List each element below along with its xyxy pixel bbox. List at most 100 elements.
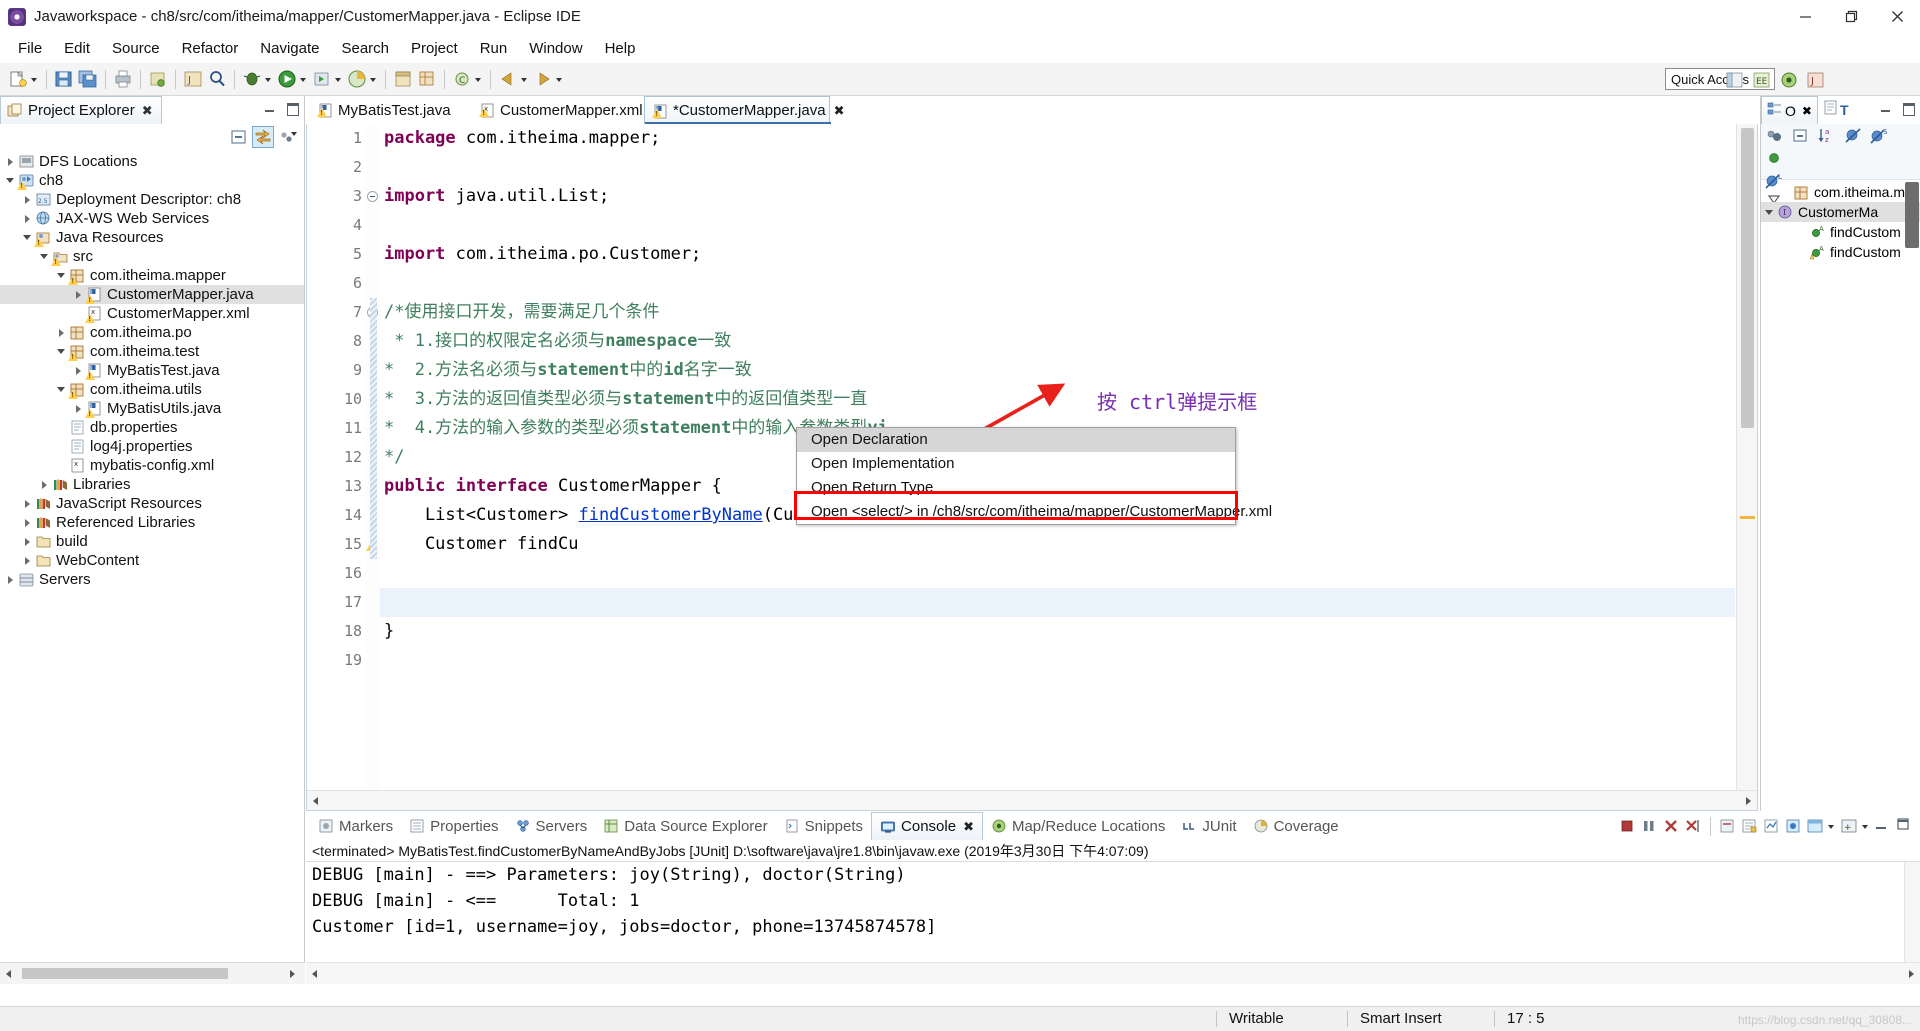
code-line[interactable]	[380, 559, 1735, 588]
maximize-view-icon[interactable]	[1902, 102, 1915, 116]
forward-dropdown-icon[interactable]	[555, 68, 564, 90]
back-dropdown-icon[interactable]	[520, 68, 529, 90]
java-editor[interactable]: 12345678910111213141516171819 package co…	[306, 124, 1758, 811]
back-icon[interactable]	[497, 68, 519, 90]
run-external-icon[interactable]	[311, 68, 333, 90]
display-selected-console-icon[interactable]	[1805, 816, 1826, 837]
console-output[interactable]: DEBUG [main] - ==> Parameters: joy(Strin…	[306, 862, 1904, 962]
debug-icon[interactable]	[241, 68, 263, 90]
chevron-down-icon[interactable]	[38, 247, 52, 266]
close-button[interactable]	[1874, 0, 1920, 33]
tree-item-deployment-descriptor-ch8[interactable]: 2.5 Deployment Descriptor: ch8	[0, 190, 304, 209]
hide-static-icon[interactable]: S	[1870, 127, 1892, 147]
chevron-right-icon[interactable]	[21, 209, 35, 228]
new-class-dropdown-icon[interactable]	[474, 68, 483, 90]
tree-item-com-itheima-test[interactable]: com.itheima.test	[0, 342, 304, 361]
editor-folding-column[interactable]	[366, 124, 380, 790]
clear-console-icon[interactable]	[1717, 816, 1738, 837]
new-java-project-icon[interactable]	[392, 68, 414, 90]
console-tab-servers[interactable]: Servers	[507, 812, 596, 840]
chevron-right-icon[interactable]	[21, 532, 35, 551]
show-console-on-output-icon[interactable]	[1761, 816, 1782, 837]
hide-fields-icon[interactable]	[1844, 127, 1866, 147]
close-icon[interactable]: ✖	[834, 103, 845, 119]
minimize-view-icon[interactable]	[1880, 102, 1892, 114]
menu-source[interactable]: Source	[101, 37, 171, 60]
context-menu-item-2[interactable]: Open Return Type	[797, 476, 1235, 500]
tree-item-customermapper-xml[interactable]: xCustomerMapper.xml	[0, 304, 304, 323]
console-tab-map-reduce-locations[interactable]: Map/Reduce Locations	[983, 812, 1173, 840]
maximize-button[interactable]	[1828, 0, 1874, 33]
code-line[interactable]	[380, 588, 1735, 617]
open-type-icon[interactable]: J	[182, 68, 204, 90]
tree-item-java-resources[interactable]: Java Resources	[0, 228, 304, 247]
code-line[interactable]: import java.util.List;	[380, 182, 1735, 211]
collapse-all-icon[interactable]	[1791, 127, 1813, 147]
console-dropdown-icon[interactable]	[1827, 815, 1836, 837]
chevron-right-icon[interactable]	[38, 475, 52, 494]
tree-item-servers[interactable]: Servers	[0, 570, 304, 589]
chevron-right-icon[interactable]	[72, 285, 86, 304]
new-icon[interactable]	[7, 68, 29, 90]
sort-icon[interactable]: az	[1817, 127, 1839, 147]
tree-item-javascript-resources[interactable]: JavaScript Resources	[0, 494, 304, 513]
tree-item-webcontent[interactable]: WebContent	[0, 551, 304, 570]
tree-item-customermapper-java[interactable]: JCustomerMapper.java	[0, 285, 304, 304]
tab-outline[interactable]: O ✖	[1761, 96, 1818, 124]
debug-dropdown-icon[interactable]	[264, 68, 273, 90]
tree-item-mybatisutils-java[interactable]: JMyBatisUtils.java	[0, 399, 304, 418]
menu-file[interactable]: File	[7, 37, 53, 60]
tree-item-mybatistest-java[interactable]: JMyBatisTest.java	[0, 361, 304, 380]
tab-project-explorer[interactable]: Project Explorer ✖	[0, 96, 162, 124]
console-tab-markers[interactable]: Markers	[310, 812, 401, 840]
scroll-left-icon[interactable]	[306, 964, 323, 984]
outline-vscroll-thumb[interactable]	[1905, 182, 1919, 248]
chevron-right-icon[interactable]	[21, 551, 35, 570]
code-line[interactable]	[380, 211, 1735, 240]
console-tab-data-source-explorer[interactable]: Data Source Explorer	[595, 812, 775, 840]
maximize-view-icon[interactable]	[1895, 816, 1916, 837]
editor-vscrollbar[interactable]	[1736, 124, 1757, 790]
context-menu-item-0[interactable]: Open Declaration	[797, 428, 1235, 452]
maximize-view-icon[interactable]	[286, 102, 299, 116]
outline-item-3[interactable]: AfindCustom	[1761, 242, 1920, 262]
new-package-icon[interactable]	[416, 68, 438, 90]
forward-icon[interactable]	[532, 68, 554, 90]
tree-item-ch8[interactable]: ch8	[0, 171, 304, 190]
save-all-icon[interactable]	[77, 68, 99, 90]
console-hscrollbar[interactable]	[306, 962, 1920, 984]
chevron-down-icon[interactable]	[21, 228, 35, 247]
chevron-down-icon[interactable]	[1763, 203, 1777, 222]
chevron-right-icon[interactable]	[4, 570, 18, 589]
run-icon[interactable]	[276, 68, 298, 90]
code-line[interactable]: }	[380, 617, 1735, 646]
code-line[interactable]	[380, 646, 1735, 675]
public-member-icon[interactable]	[1765, 149, 1787, 169]
tree-item-com-itheima-mapper[interactable]: com.itheima.mapper	[0, 266, 304, 285]
outline-tree[interactable]: com.itheima.m I CustomerMa AfindCustom Afind…	[1761, 182, 1920, 811]
menu-window[interactable]: Window	[518, 37, 593, 60]
tree-item-log4j-properties[interactable]: log4j.properties	[0, 437, 304, 456]
outline-vscrollbar[interactable]	[1905, 182, 1919, 302]
editor-tab-mybatistest.java[interactable]: J MyBatisTest.java	[310, 96, 468, 124]
coverage-dropdown-icon[interactable]	[369, 68, 378, 90]
tree-item-referenced-libraries[interactable]: Referenced Libraries	[0, 513, 304, 532]
console-tab-coverage[interactable]: Coverage	[1245, 812, 1347, 840]
menu-edit[interactable]: Edit	[53, 37, 101, 60]
tab-task-list[interactable]: T	[1818, 96, 1854, 124]
new-dropdown-icon[interactable]	[30, 68, 39, 90]
minimize-button[interactable]	[1782, 0, 1828, 33]
chevron-right-icon[interactable]	[55, 323, 69, 342]
console-tab-properties[interactable]: Properties	[401, 812, 506, 840]
chevron-right-icon[interactable]	[4, 152, 18, 171]
focus-on-active-task-icon[interactable]	[1765, 127, 1787, 147]
hscroll-thumb[interactable]	[22, 968, 228, 979]
open-console-icon[interactable]: +	[1839, 816, 1860, 837]
view-menu-icon[interactable]	[276, 126, 298, 148]
editor-tab-customermapper.xml[interactable]: x CustomerMapper.xml	[472, 96, 643, 124]
console-tab-junit[interactable]: JUnit	[1173, 812, 1244, 840]
chevron-right-icon[interactable]	[21, 494, 35, 513]
scroll-lock-icon[interactable]	[1739, 816, 1760, 837]
scroll-left-icon[interactable]	[0, 964, 17, 984]
print-icon[interactable]	[112, 68, 134, 90]
